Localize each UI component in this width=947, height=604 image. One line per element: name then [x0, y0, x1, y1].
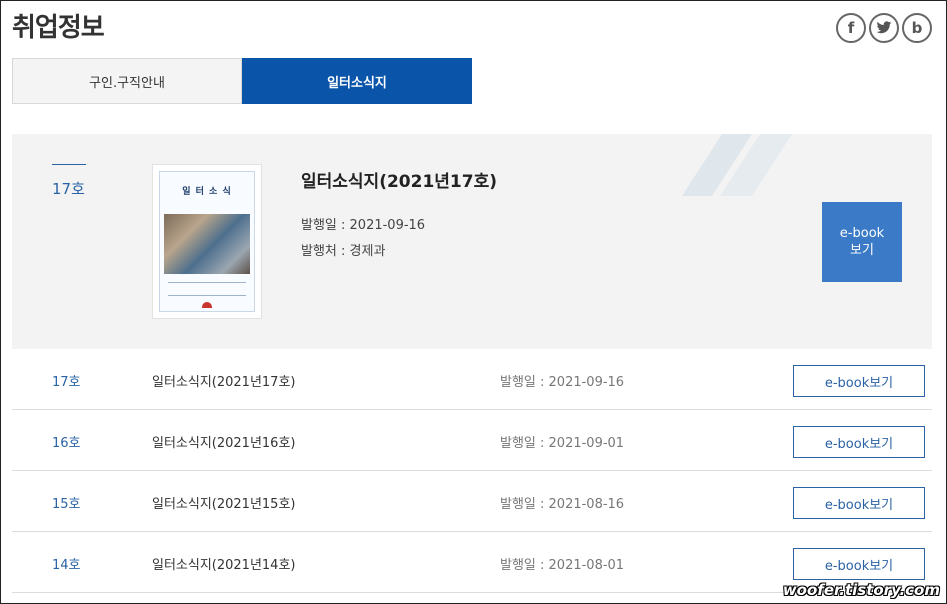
twitter-icon[interactable] [869, 13, 899, 43]
ebook-label-view: 보기 [850, 243, 874, 258]
tab-job-info[interactable]: 구인.구직안내 [12, 58, 242, 104]
list-item: 15호 일터소식지(2021년15호) 발행일 : 2021-08-16 e-b… [12, 471, 932, 532]
issue-divider [52, 164, 86, 165]
issue-number[interactable]: 16호 [52, 432, 81, 451]
issue-title[interactable]: 일터소식지(2021년16호) [152, 432, 296, 451]
social-share: f b [836, 13, 932, 43]
page-title: 취업정보 [12, 13, 105, 43]
featured-title: 일터소식지(2021년17호) [301, 172, 497, 192]
ebook-button[interactable]: e-book보기 [793, 365, 925, 397]
issue-date: 발행일 : 2021-09-01 [500, 436, 625, 451]
issue-title[interactable]: 일터소식지(2021년17호) [152, 371, 296, 390]
cover-image[interactable]: 일 터 소 식 [152, 164, 262, 319]
featured-ebook-button[interactable]: e-book 보기 [822, 202, 902, 282]
featured-issue-number: 17호 [52, 180, 85, 198]
featured-issue: 17호 일 터 소 식 일터소식지(2021년17호) 발행일 : 2021-0… [12, 134, 932, 349]
ebook-button[interactable]: e-book보기 [793, 548, 925, 580]
facebook-icon[interactable]: f [836, 13, 866, 43]
issue-date: 발행일 : 2021-08-01 [500, 558, 625, 573]
cover-lines [168, 282, 246, 296]
blog-icon[interactable]: b [902, 13, 932, 43]
issue-date: 발행일 : 2021-08-16 [500, 497, 625, 512]
issue-title[interactable]: 일터소식지(2021년14호) [152, 554, 296, 573]
issue-number[interactable]: 17호 [52, 371, 81, 390]
issue-number[interactable]: 14호 [52, 554, 81, 573]
featured-date: 발행일 : 2021-09-16 [301, 218, 426, 233]
tab-bar: 구인.구직안내 일터소식지 [12, 58, 472, 104]
watermark: woofer.tistory.com [782, 581, 940, 599]
issue-list: 17호 일터소식지(2021년17호) 발행일 : 2021-09-16 e-b… [12, 349, 932, 593]
ebook-button[interactable]: e-book보기 [793, 426, 925, 458]
cover-photo [164, 214, 250, 274]
ebook-button[interactable]: e-book보기 [793, 487, 925, 519]
list-item: 17호 일터소식지(2021년17호) 발행일 : 2021-09-16 e-b… [12, 349, 932, 410]
decoration-stripes [682, 134, 792, 196]
cover-logo-icon [202, 302, 212, 308]
cover-title: 일 터 소 식 [182, 187, 232, 197]
issue-date: 발행일 : 2021-09-16 [500, 375, 625, 390]
tab-newsletter[interactable]: 일터소식지 [242, 58, 472, 104]
issue-number[interactable]: 15호 [52, 493, 81, 512]
ebook-label: e-book [839, 226, 885, 241]
issue-title[interactable]: 일터소식지(2021년15호) [152, 493, 296, 512]
list-item: 16호 일터소식지(2021년16호) 발행일 : 2021-09-01 e-b… [12, 410, 932, 471]
featured-publisher: 발행처 : 경제과 [301, 244, 386, 259]
